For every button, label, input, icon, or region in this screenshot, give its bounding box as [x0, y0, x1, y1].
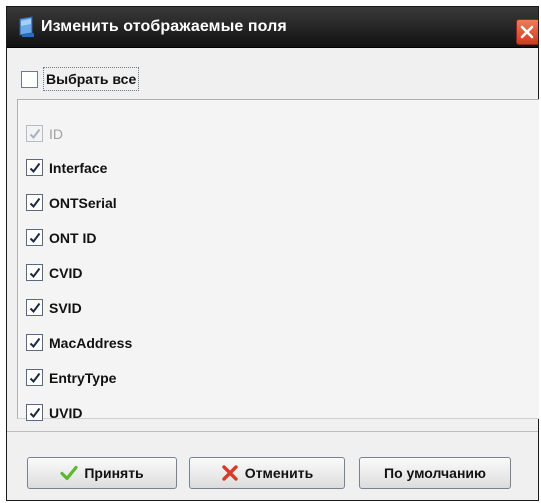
field-checkbox-interface[interactable] [26, 159, 43, 176]
checkmark-icon [29, 232, 41, 244]
accept-button[interactable]: Принять [27, 457, 177, 489]
checkmark-icon [29, 128, 41, 140]
cross-icon [222, 465, 238, 481]
dialog-footer: Принять Отменить По умолчанию [7, 432, 538, 500]
checkmark-icon [60, 465, 78, 481]
field-checkbox-svid[interactable] [26, 299, 43, 316]
fields-list: ID Interface ONTSerial ONT ID CVID SVID … [17, 99, 539, 421]
checkmark-icon [29, 407, 41, 419]
select-all-label[interactable]: Выбрать все [43, 67, 140, 91]
field-checkbox-cvid[interactable] [26, 264, 43, 281]
field-label-interface: Interface [49, 160, 108, 176]
field-checkbox-uvid[interactable] [26, 404, 43, 421]
checkmark-icon [29, 162, 41, 174]
checkmark-icon [29, 267, 41, 279]
field-label-ontserial: ONTSerial [49, 195, 117, 211]
field-checkbox-macaddress[interactable] [26, 334, 43, 351]
field-checkbox-ont-id[interactable] [26, 229, 43, 246]
defaults-button-label: По умолчанию [384, 465, 486, 481]
close-icon [520, 25, 534, 39]
field-label-macaddress: MacAddress [49, 335, 133, 351]
field-label-entrytype: EntryType [49, 370, 117, 386]
cancel-button-label: Отменить [244, 465, 314, 481]
edit-fields-dialog: Изменить отображаемые поля Выбрать все I… [6, 6, 539, 501]
close-button[interactable] [516, 19, 538, 45]
checkmark-icon [29, 372, 41, 384]
dialog-title: Изменить отображаемые поля [41, 18, 287, 35]
checkmark-icon [29, 302, 41, 314]
cancel-button[interactable]: Отменить [189, 457, 345, 489]
field-label-id: ID [49, 126, 63, 142]
field-label-ont-id: ONT ID [49, 230, 97, 246]
field-label-uvid: UVID [49, 405, 83, 421]
field-checkbox-id [26, 125, 43, 142]
accept-button-label: Принять [84, 465, 144, 481]
field-checkbox-ontserial[interactable] [26, 194, 43, 211]
checkmark-icon [29, 197, 41, 209]
select-all-checkbox[interactable] [21, 71, 38, 88]
field-label-cvid: CVID [49, 265, 83, 281]
field-checkbox-entrytype[interactable] [26, 369, 43, 386]
checkmark-icon [29, 337, 41, 349]
field-label-svid: SVID [49, 300, 82, 316]
app-icon [19, 16, 35, 38]
defaults-button[interactable]: По умолчанию [359, 457, 511, 489]
title-bar[interactable]: Изменить отображаемые поля [7, 7, 538, 48]
select-all-row: Выбрать все [7, 48, 538, 94]
